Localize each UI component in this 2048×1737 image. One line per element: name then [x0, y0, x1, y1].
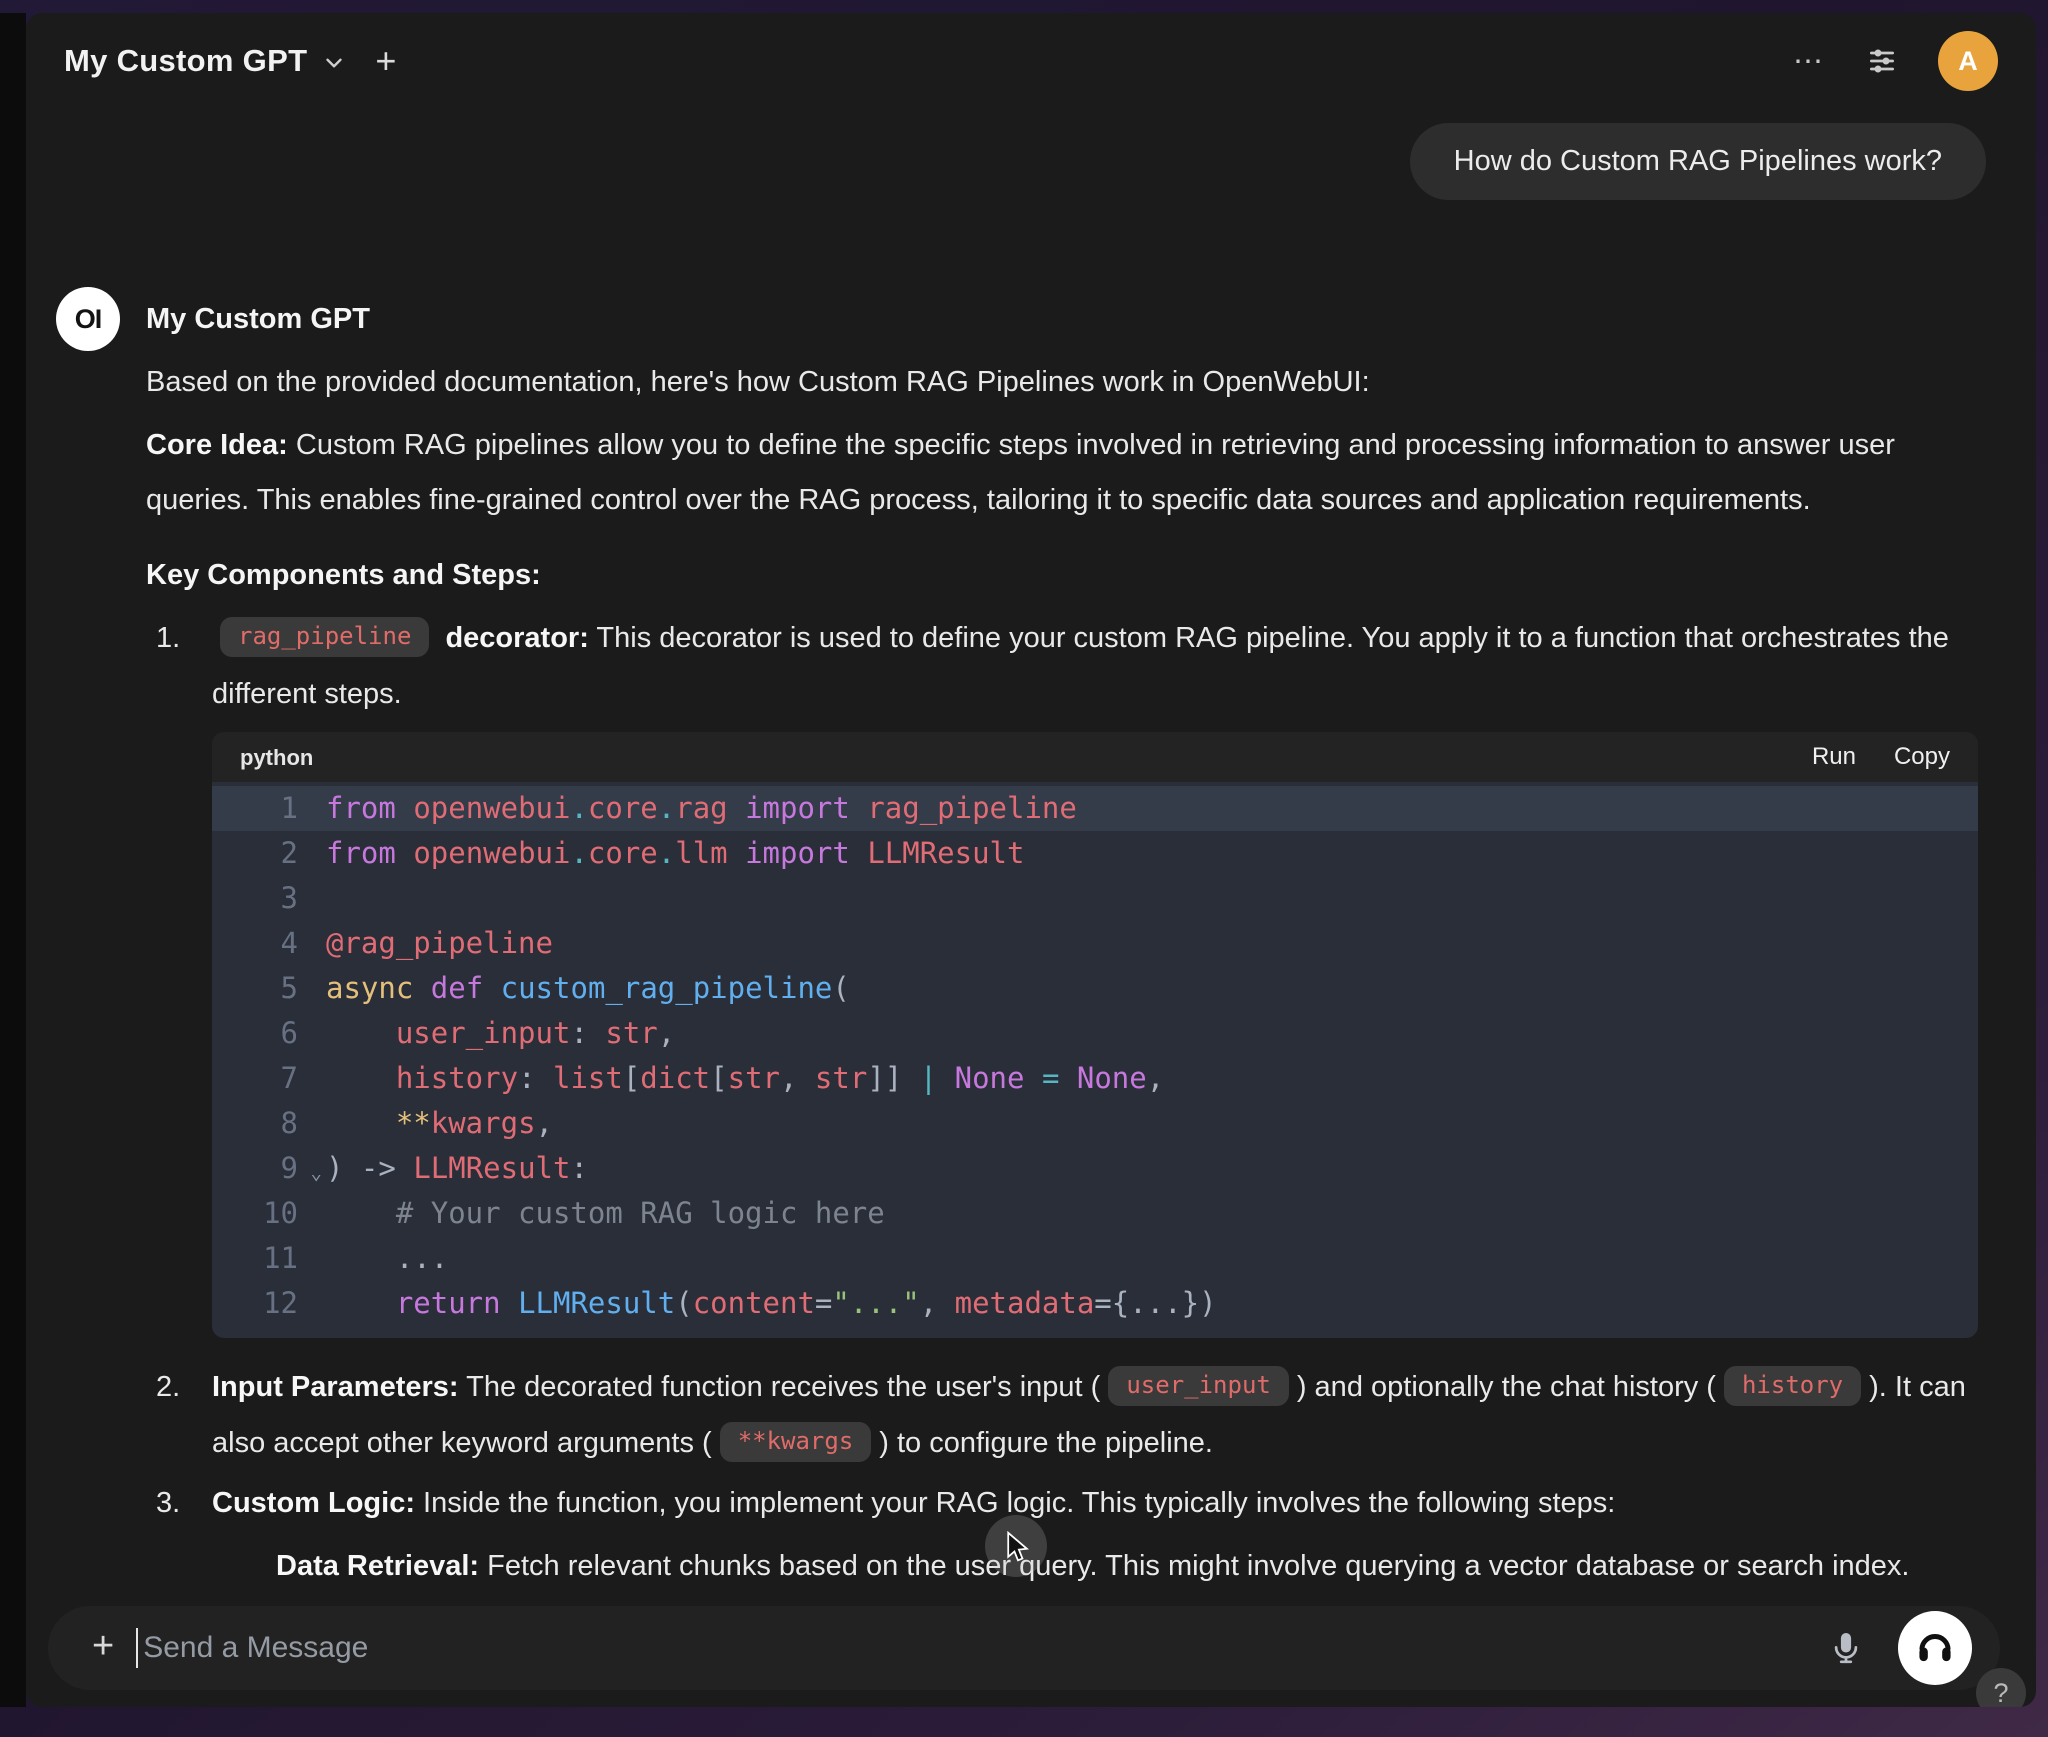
line-number: 3 — [234, 876, 326, 921]
steps-list: 1. rag_pipeline decorator: This decorato… — [146, 611, 2006, 1531]
attach-plus-button[interactable]: + — [92, 1627, 114, 1665]
code-line: 3 — [212, 876, 1978, 921]
line-number: 6 — [234, 1011, 326, 1056]
app-header: My Custom GPT + ⋯ A — [26, 13, 2036, 109]
step-number: 1. — [156, 611, 180, 666]
inline-code-chip: user_input — [1108, 1366, 1289, 1406]
assistant-message: OI My Custom GPT Based on the provided d… — [56, 287, 2006, 1594]
user-avatar[interactable]: A — [1938, 31, 1998, 91]
run-code-button[interactable]: Run — [1812, 743, 1856, 771]
line-number: 11 — [234, 1236, 326, 1281]
model-title: My Custom GPT — [64, 43, 307, 79]
code-line: 1from openwebui.core.rag import rag_pipe… — [212, 786, 1978, 831]
step-item-3: 3. Custom Logic: Inside the function, yo… — [146, 1476, 2006, 1531]
line-number: 2 — [234, 831, 326, 876]
line-number: 8 — [234, 1101, 326, 1146]
code-actions: Run Copy — [1812, 743, 1950, 771]
core-idea-paragraph: Core Idea: Custom RAG pipelines allow yo… — [146, 418, 2006, 528]
message-composer: + — [48, 1606, 2000, 1690]
text-caret — [136, 1628, 138, 1668]
code-line: 2from openwebui.core.llm import LLMResul… — [212, 831, 1978, 876]
model-switcher[interactable]: My Custom GPT — [64, 43, 347, 79]
copy-code-button[interactable]: Copy — [1894, 743, 1950, 771]
line-number: 9⌄ — [234, 1146, 326, 1191]
code-language-label: python — [240, 732, 313, 785]
inline-code-chip: **kwargs — [720, 1422, 872, 1462]
step-item-2: 2. Input Parameters: The decorated funct… — [146, 1360, 2006, 1472]
openwebui-app: My Custom GPT + ⋯ A How do Custom RAG Pi… — [26, 13, 2036, 1707]
step-text: Input Parameters: The decorated function… — [212, 1371, 1966, 1459]
new-chat-button[interactable]: + — [375, 43, 396, 79]
step-item-1: 1. rag_pipeline decorator: This decorato… — [146, 611, 2006, 1338]
assistant-name: My Custom GPT — [146, 287, 2006, 351]
core-idea-text: Custom RAG pipelines allow you to define… — [146, 429, 1895, 516]
line-number: 4 — [234, 921, 326, 966]
line-number: 7 — [234, 1056, 326, 1101]
assistant-content: My Custom GPT Based on the provided docu… — [146, 287, 2006, 1594]
code-block-header: python Run Copy — [212, 732, 1978, 782]
inline-code-chip: rag_pipeline — [220, 617, 429, 657]
assistant-intro: Based on the provided documentation, her… — [146, 355, 2006, 410]
step-text: rag_pipeline decorator: This decorator i… — [212, 622, 1949, 710]
line-number: 10 — [234, 1191, 326, 1236]
chat-controls-icon[interactable] — [1866, 45, 1898, 77]
user-message-bubble: How do Custom RAG Pipelines work? — [1410, 123, 1986, 200]
inline-code-chip: history — [1724, 1366, 1861, 1406]
code-line: 9⌄) -> LLMResult: — [212, 1146, 1978, 1191]
code-line: 7 history: list[dict[str, str]] | None =… — [212, 1056, 1978, 1101]
code-lines: 1from openwebui.core.rag import rag_pipe… — [212, 782, 1978, 1338]
fold-chevron-icon[interactable]: ⌄ — [311, 1151, 322, 1196]
headphones-icon — [1914, 1626, 1956, 1671]
code-line: 5async def custom_rag_pipeline( — [212, 966, 1978, 1011]
assistant-avatar: OI — [56, 287, 120, 351]
more-options-icon[interactable]: ⋯ — [1793, 44, 1826, 79]
step-text: Custom Logic: Inside the function, you i… — [212, 1487, 1615, 1519]
code-line: 10 # Your custom RAG logic here — [212, 1191, 1978, 1236]
code-line: 12 return LLMResult(content="...", metad… — [212, 1281, 1978, 1326]
voice-call-button[interactable] — [1898, 1611, 1972, 1685]
code-line: 4@rag_pipeline — [212, 921, 1978, 966]
line-number: 1 — [234, 786, 326, 831]
step-number: 2. — [156, 1360, 180, 1415]
line-number: 12 — [234, 1281, 326, 1326]
line-number: 5 — [234, 966, 326, 1011]
message-input[interactable] — [141, 1630, 1828, 1666]
code-line: 6 user_input: str, — [212, 1011, 1978, 1056]
code-line: 11 ... — [212, 1236, 1978, 1281]
header-actions: ⋯ A — [1793, 31, 1998, 91]
window-left-edge — [0, 13, 26, 1707]
clipped-next-line: Data Retrieval: Fetch relevant chunks ba… — [146, 1539, 2006, 1594]
help-button[interactable]: ? — [1976, 1668, 2026, 1707]
microphone-icon[interactable] — [1828, 1630, 1864, 1666]
chat-area: How do Custom RAG Pipelines work? OI My … — [26, 123, 2036, 1594]
section-heading: Key Components and Steps: — [146, 548, 2006, 603]
step-number: 3. — [156, 1476, 180, 1531]
code-block: python Run Copy 1from openwebui.core.rag… — [212, 732, 1978, 1338]
chevron-down-icon — [321, 50, 347, 76]
user-message-row: How do Custom RAG Pipelines work? — [56, 123, 1986, 200]
code-line: 8 **kwargs, — [212, 1101, 1978, 1146]
core-idea-label: Core Idea: — [146, 429, 288, 461]
